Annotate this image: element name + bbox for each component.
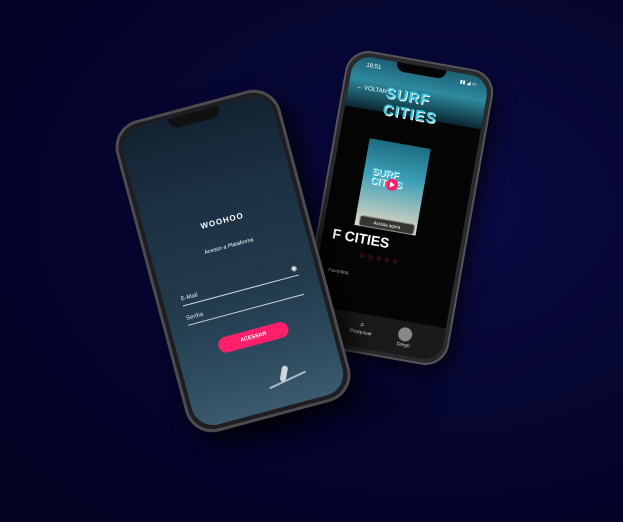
movie-poster[interactable]: SURF CITIES Assista agora	[354, 138, 431, 236]
password-label: Senha	[185, 311, 204, 322]
shadow-right	[340, 395, 420, 409]
rating-stars[interactable]: ☆☆☆☆☆	[359, 251, 401, 266]
favorites-label[interactable]: Favoritos	[328, 267, 349, 276]
eye-icon[interactable]: ◉	[290, 263, 299, 276]
avatar	[397, 326, 414, 343]
wave-decoration	[269, 370, 307, 390]
poster-title: SURF CITIES	[369, 166, 403, 191]
app-logo: WOOHOO	[199, 210, 245, 231]
login-button[interactable]: ACESSAR	[216, 320, 291, 355]
phone-notch	[168, 105, 222, 130]
email-label: E-Mail	[180, 292, 199, 303]
nav-item-profile[interactable]: Diego	[396, 326, 414, 349]
nav-item-search[interactable]: ⌕ Pesquisar	[349, 318, 374, 337]
